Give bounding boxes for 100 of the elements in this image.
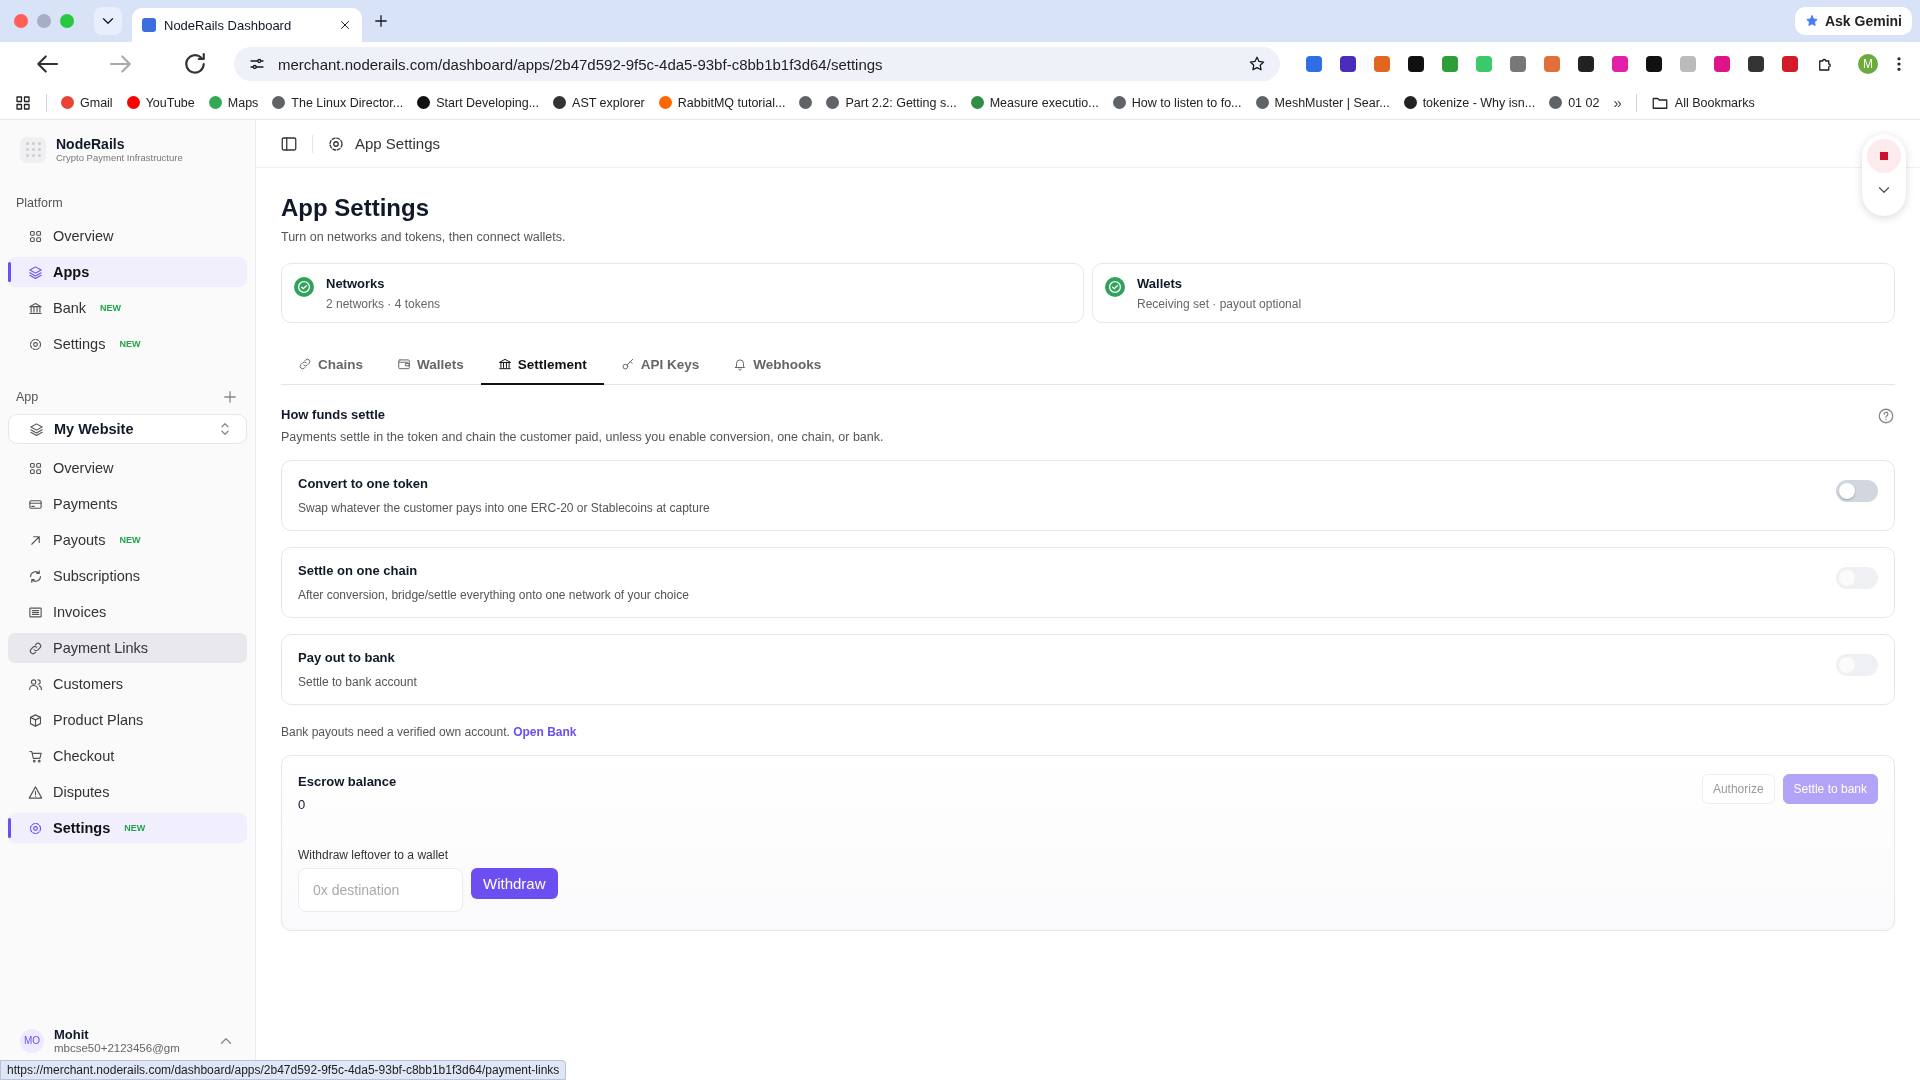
new-label: NEW: [119, 535, 141, 545]
extension-icon[interactable]: [1646, 56, 1662, 72]
sidebar-item[interactable]: Settings NEW: [8, 329, 247, 359]
layers-icon: [28, 264, 43, 280]
breadcrumb-title: App Settings: [355, 135, 441, 152]
sidebar-item[interactable]: Checkout: [8, 741, 247, 771]
apps-icon[interactable]: [14, 93, 32, 112]
settings-tab[interactable]: Wallets: [380, 345, 481, 385]
refresh-icon: [28, 568, 43, 584]
sidebar-item[interactable]: Customers: [8, 669, 247, 699]
sidebar-item[interactable]: Overview: [8, 221, 247, 251]
key-icon: [620, 357, 635, 371]
sidebar-item[interactable]: Payments: [8, 489, 247, 519]
option-description: After conversion, bridge/settle everything onto one network of your choice: [298, 588, 689, 602]
bookmark-link[interactable]: Maps: [227, 95, 259, 110]
extension-icon[interactable]: [1748, 56, 1764, 72]
sidebar-item[interactable]: Payouts NEW: [8, 525, 247, 555]
favicon-icon[interactable]: [799, 96, 813, 109]
list-icon: [28, 604, 43, 620]
overflow-button[interactable]: »: [1613, 94, 1622, 111]
bookmark-link[interactable]: RabbitMQ tutorial...: [677, 95, 786, 110]
open-bank-link[interactable]: Open Bank: [513, 725, 577, 739]
extension-icon[interactable]: [1340, 56, 1356, 72]
new-label: NEW: [119, 339, 141, 349]
card-title: Networks: [326, 275, 386, 291]
new-tab-icon[interactable]: [372, 12, 390, 30]
tab-title: NodeRails Dashboard: [164, 17, 293, 33]
sidebar-item[interactable]: Disputes: [8, 777, 247, 807]
section-description: Payments settle in the token and chain the customer paid, unless you enable conversion, one chain, or bank.: [281, 430, 884, 444]
escrow-amount: 0: [298, 797, 307, 812]
sidebar-item[interactable]: Invoices: [8, 597, 247, 627]
extension-icon[interactable]: [1408, 56, 1424, 72]
bookmark-star-icon[interactable]: [1248, 55, 1266, 73]
bookmark-link[interactable]: AST explorer: [572, 95, 645, 110]
bookmark-link[interactable]: Measure executio...: [989, 95, 1099, 110]
toggle-switch[interactable]: [1836, 479, 1878, 502]
bookmark-link[interactable]: How to listen to fo...: [1131, 95, 1242, 110]
bookmark-link[interactable]: tokenize - Why isn...: [1422, 95, 1536, 110]
ask-gemini-button[interactable]: Ask Gemini: [1794, 7, 1912, 35]
sidebar-item[interactable]: Bank NEW: [8, 293, 247, 323]
cart-icon: [28, 748, 43, 764]
sparkle-icon: [1804, 14, 1819, 28]
new-label: NEW: [124, 823, 146, 833]
sidebar-item[interactable]: Payment Links: [8, 633, 247, 663]
app-selector[interactable]: My Website: [8, 414, 247, 444]
brand-tagline: Crypto Payment Infrastructure: [56, 152, 183, 163]
option-title: Settle on one chain: [298, 563, 419, 578]
tab-search-button[interactable]: [94, 7, 122, 35]
card-detail: 2 networks · 4 tokens: [326, 296, 441, 311]
section-heading: Platform: [15, 196, 64, 210]
destination-field[interactable]: 0x destination: [298, 868, 463, 912]
bookmark-link[interactable]: The Linux Director...: [291, 95, 404, 110]
bank-note: Bank payouts need a verified own account. Open Bank: [281, 725, 578, 739]
address-bar[interactable]: merchant.noderails.com/dashboard/apps/2b47d592-9f5c-4da5-93bf-c8bb1b1f3d64/settings: [234, 47, 1280, 81]
warning-icon: [28, 784, 43, 800]
layers-icon: [29, 421, 44, 437]
all-bookmarks-link[interactable]: All Bookmarks: [1674, 95, 1755, 110]
box-icon: [28, 712, 43, 728]
bookmark-link[interactable]: Part 2.2: Getting s...: [845, 95, 957, 110]
settings-icon: [28, 336, 43, 352]
extension-icon[interactable]: [1578, 56, 1594, 72]
browser-tab[interactable]: NodeRails Dashboard: [132, 8, 362, 42]
settings-tab[interactable]: API Keys: [603, 345, 717, 385]
settings-icon: [28, 820, 43, 836]
logo-icon: [20, 136, 46, 163]
bookmark-link[interactable]: MeshMuster | Sear...: [1274, 95, 1390, 110]
sidebar-item[interactable]: Product Plans: [8, 705, 247, 735]
settings-tab[interactable]: Webhooks: [716, 345, 839, 385]
sidebar-item[interactable]: Settings NEW: [8, 813, 247, 843]
status-url: https://merchant.noderails.com/dashboard/apps/2b47d592-9f5c-4da5-93bf-c8bb1b1f3d64/payment-links: [0, 1060, 567, 1080]
add-icon[interactable]: [221, 388, 239, 406]
users-icon: [28, 676, 43, 692]
bookmark-link[interactable]: 01 02: [1568, 95, 1600, 110]
close-icon[interactable]: [338, 18, 352, 32]
option-description: Swap whatever the customer pays into one ERC-20 or Stablecoins at capture: [298, 501, 710, 515]
section-heading: App: [16, 390, 39, 404]
withdraw-button[interactable]: Withdraw: [471, 868, 558, 899]
settings-tab[interactable]: Chains: [281, 345, 380, 385]
url-text: merchant.noderails.com/dashboard/apps/2b47d592-9f5c-4da5-93bf-c8bb1b1f3d64/settings: [278, 55, 883, 73]
sidebar-toggle-icon[interactable]: [280, 134, 298, 153]
help-icon[interactable]: [1877, 407, 1895, 425]
link-icon: [28, 640, 43, 656]
bookmark-link[interactable]: Gmail: [80, 95, 113, 110]
bookmark-link[interactable]: YouTube: [145, 95, 195, 110]
option-title: Convert to one token: [298, 476, 429, 491]
sidebar-item[interactable]: Subscriptions: [8, 561, 247, 591]
window-control-button[interactable]: [14, 14, 28, 28]
settings-tab[interactable]: Settlement: [480, 345, 604, 385]
withdraw-label: Withdraw leftover to a wallet: [298, 848, 450, 862]
new-label: NEW: [100, 303, 122, 313]
escrow-title: Escrow balance: [298, 774, 397, 789]
page-title: App Settings: [281, 194, 430, 222]
sidebar-item[interactable]: Apps: [8, 257, 247, 287]
sidebar-item[interactable]: Overview: [8, 453, 247, 483]
settings-icon: [327, 134, 345, 153]
card-detail: Receiving set · payout optional: [1137, 296, 1302, 311]
brand-name: NodeRails: [56, 136, 126, 152]
bookmark-link[interactable]: Start Developing...: [436, 95, 540, 110]
card-title: Wallets: [1137, 275, 1184, 291]
stop-button[interactable]: [1867, 139, 1901, 173]
